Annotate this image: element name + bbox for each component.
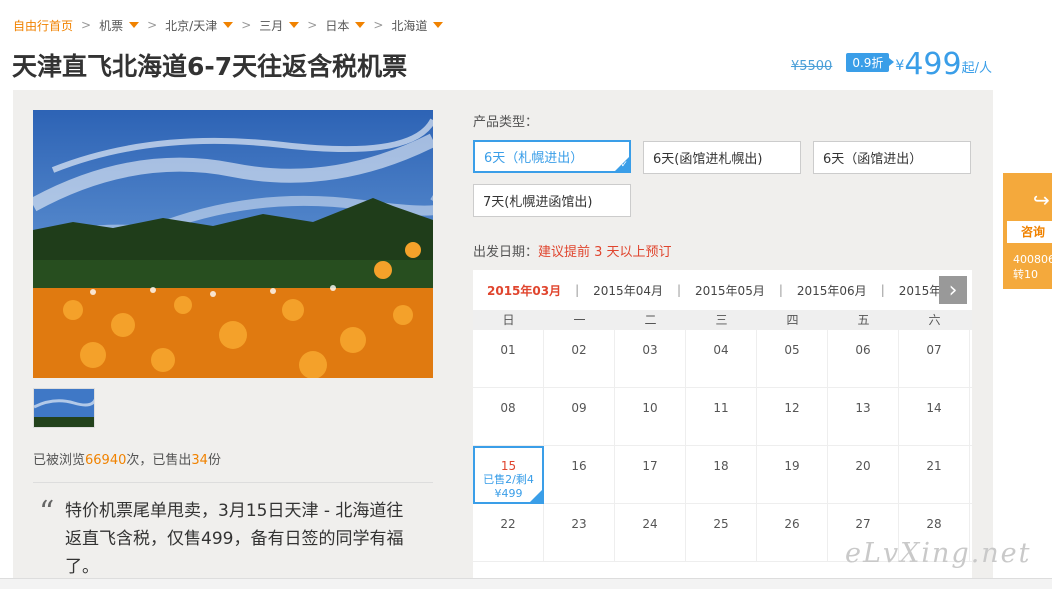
calendar-day[interactable]: 16: [544, 446, 615, 504]
consult-phone: 400806 转10: [1013, 253, 1052, 281]
check-icon: ✓: [620, 160, 628, 170]
chevron-right-icon: >: [241, 18, 252, 32]
sold-count: 34: [191, 453, 208, 468]
calendar-day[interactable]: 04: [686, 330, 757, 388]
tab-month-may[interactable]: 2015年05月: [681, 282, 779, 299]
view-count: 66940: [85, 453, 127, 468]
calendar-day[interactable]: 17: [615, 446, 686, 504]
main-photo: [33, 110, 433, 378]
calendar-day[interactable]: 11: [686, 388, 757, 446]
discount-badge: 0.9折: [846, 53, 895, 72]
chevron-right-icon: >: [373, 18, 384, 32]
month-tabs: 2015年03月 | 2015年04月 | 2015年05月 | 2015年06…: [473, 270, 972, 310]
calendar-day-selected[interactable]: 15 已售2/剩4 ¥499: [473, 446, 544, 504]
caret-down-icon[interactable]: [433, 22, 444, 28]
weekday: 二: [644, 313, 657, 327]
calendar-day[interactable]: 03: [615, 330, 686, 388]
calendar-day[interactable]: 12: [757, 388, 828, 446]
consult-widget[interactable]: ↪ 咨询 400806 转10: [1003, 173, 1052, 289]
product-type-label: 产品类型：: [473, 115, 539, 130]
weekday: 四: [786, 313, 799, 327]
booking-hint: 建议提前 3 天以上预订: [538, 245, 672, 260]
calendar-day[interactable]: 22: [473, 504, 544, 562]
chevron-right-icon[interactable]: ›: [949, 278, 958, 303]
breadcrumb-country[interactable]: 日本: [325, 17, 366, 34]
breadcrumb-flights[interactable]: 机票: [99, 17, 140, 34]
calendar-day[interactable]: 18: [686, 446, 757, 504]
breadcrumb-month[interactable]: 三月: [259, 17, 300, 34]
day-number: 15: [500, 459, 517, 473]
calendar-day[interactable]: 01: [473, 330, 544, 388]
caret-down-icon[interactable]: [223, 22, 234, 28]
breadcrumb-home[interactable]: 自由行首页: [13, 17, 73, 34]
calendar-week: 15 已售2/剩4 ¥499 16 17 18 19 20 21: [473, 446, 972, 504]
tab-month-march[interactable]: 2015年03月: [473, 282, 575, 299]
weekday: 三: [715, 313, 728, 327]
calendar-day[interactable]: 06: [828, 330, 899, 388]
status-bar: [0, 578, 1052, 589]
caret-down-icon[interactable]: [129, 22, 140, 28]
breadcrumb-city[interactable]: 北京/天津: [165, 17, 234, 34]
chevron-right-icon: >: [147, 18, 158, 32]
weekday: 日: [502, 313, 515, 327]
departure-date-label: 出发日期：建议提前 3 天以上预订: [473, 245, 672, 260]
weekday: 六: [928, 313, 941, 327]
original-price: ¥5500: [790, 59, 833, 74]
consult-label[interactable]: 咨询: [1007, 221, 1052, 243]
next-month-button[interactable]: ›: [939, 276, 967, 304]
check-corner-icon: [529, 489, 543, 503]
current-price: 499: [904, 47, 962, 82]
calendar-week: 08 09 10 11 12 13 14: [473, 388, 972, 446]
caret-down-icon[interactable]: [289, 22, 300, 28]
weekday-header: 日 一 二 三 四 五 六: [473, 310, 972, 330]
price-block: ¥5500 0.9折 ¥ 499 起/人: [791, 48, 992, 80]
page-title: 天津直飞北海道6-7天往返含税机票: [12, 52, 408, 81]
thumbnail[interactable]: [33, 388, 95, 428]
price-unit: 起/人: [961, 61, 992, 76]
type-option-3[interactable]: 6天（函馆进出）: [813, 141, 971, 174]
tab-month-june[interactable]: 2015年06月: [783, 282, 881, 299]
type-option-1[interactable]: 6天（札幌进出） ✓: [473, 140, 631, 173]
calendar-day[interactable]: 05: [757, 330, 828, 388]
calendar-day[interactable]: 20: [828, 446, 899, 504]
watermark: eLvXing.net: [845, 538, 1032, 569]
weekday: 一: [573, 313, 586, 327]
sales-stats: 已被浏览66940次，已售出34份: [33, 453, 221, 468]
divider: [33, 482, 433, 483]
currency-symbol: ¥: [895, 58, 905, 74]
product-description: 特价机票尾单甩卖，3月15日天津 - 北海道往返直飞含税，仅售499，备有日签的…: [65, 501, 404, 577]
calendar-day[interactable]: 10: [615, 388, 686, 446]
quote-mark-icon: “: [39, 495, 55, 530]
calendar-week: 01 02 03 04 05 06 07: [473, 330, 972, 388]
breadcrumb-region[interactable]: 北海道: [391, 17, 444, 34]
chat-icon[interactable]: ↪: [1033, 188, 1050, 212]
weekday: 五: [857, 313, 870, 327]
calendar-grid: 01 02 03 04 05 06 07 08 09 10 11 12 13 1…: [473, 330, 972, 562]
calendar-day[interactable]: 07: [899, 330, 970, 388]
calendar-day[interactable]: 25: [686, 504, 757, 562]
breadcrumb: 自由行首页 > 机票 > 北京/天津 > 三月 > 日本 > 北海道: [13, 16, 444, 34]
chevron-right-icon: >: [307, 18, 318, 32]
calendar-day[interactable]: 13: [828, 388, 899, 446]
calendar-day[interactable]: 26: [757, 504, 828, 562]
calendar-day[interactable]: 21: [899, 446, 970, 504]
sold-remaining: 已售2/剩4: [483, 473, 534, 486]
type-option-2[interactable]: 6天(函馆进札幌出): [643, 141, 801, 174]
product-panel: 已被浏览66940次，已售出34份 “ 特价机票尾单甩卖，3月15日天津 - 北…: [13, 90, 993, 589]
calendar-day[interactable]: 14: [899, 388, 970, 446]
calendar-day[interactable]: 19: [757, 446, 828, 504]
calendar-day[interactable]: 02: [544, 330, 615, 388]
calendar-day[interactable]: 24: [615, 504, 686, 562]
calendar-day[interactable]: 23: [544, 504, 615, 562]
calendar-day[interactable]: 09: [544, 388, 615, 446]
type-option-4[interactable]: 7天(札幌进函馆出): [473, 184, 631, 217]
tab-month-april[interactable]: 2015年04月: [579, 282, 677, 299]
chevron-right-icon: >: [81, 18, 92, 32]
caret-down-icon[interactable]: [355, 22, 366, 28]
calendar-day[interactable]: 08: [473, 388, 544, 446]
